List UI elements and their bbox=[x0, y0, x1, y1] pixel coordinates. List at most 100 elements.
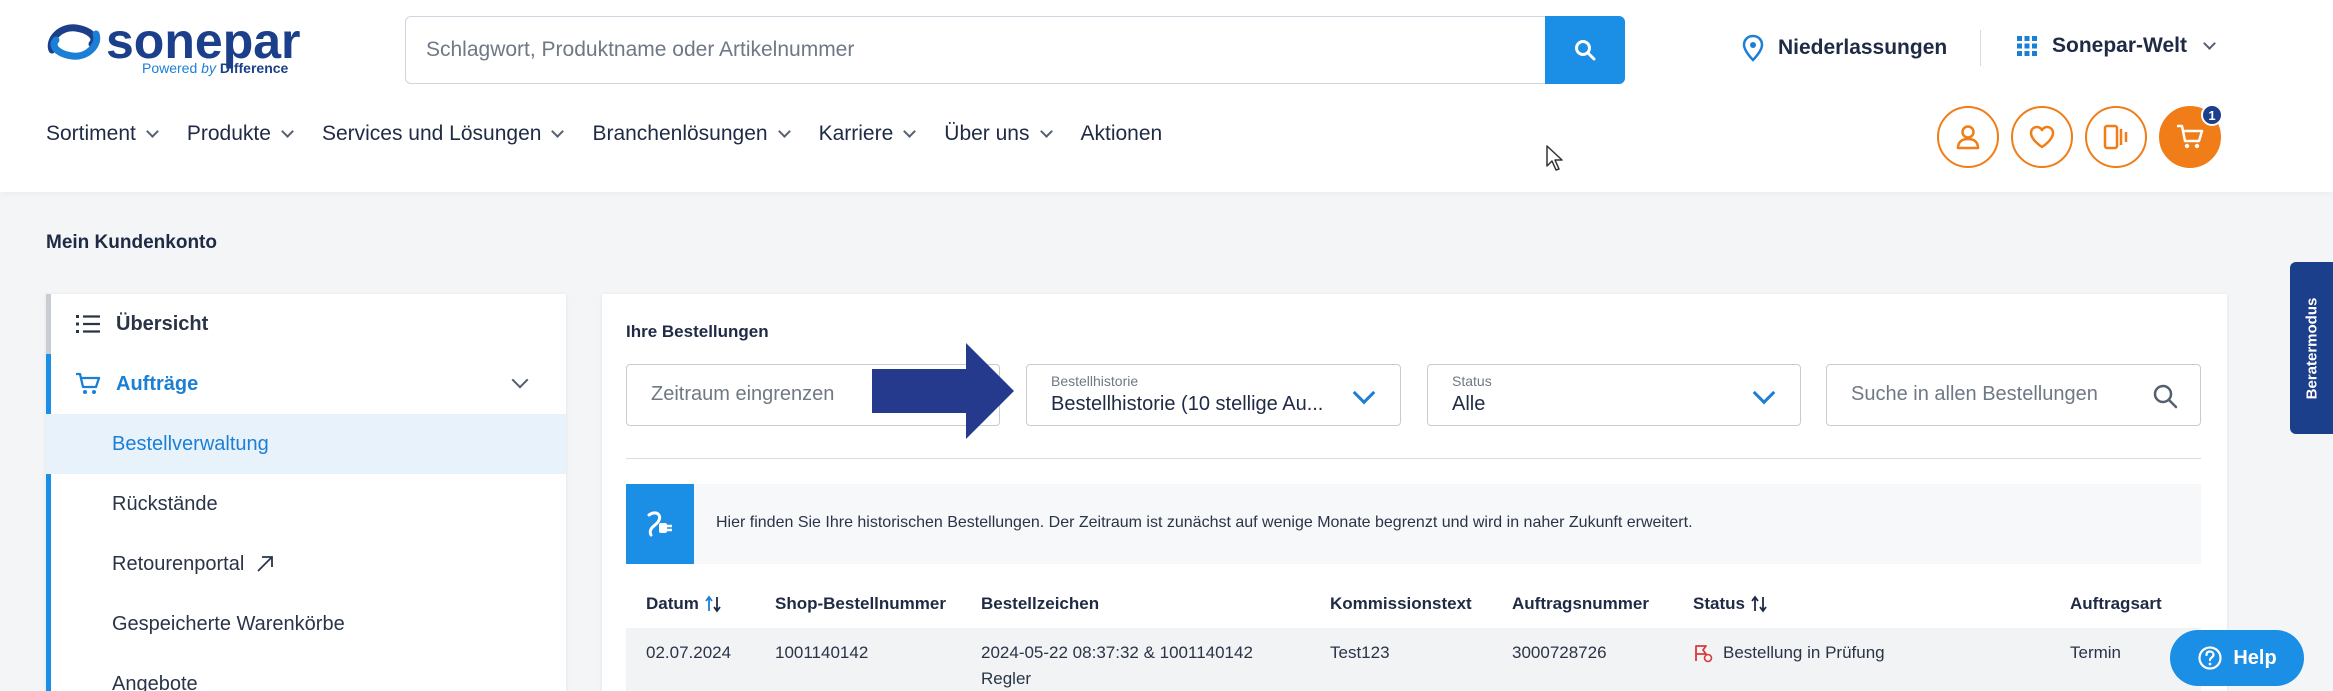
cart-icon bbox=[74, 370, 102, 398]
sonepar-welt-menu[interactable]: Sonepar-Welt bbox=[2016, 34, 2216, 58]
search-button[interactable] bbox=[1545, 16, 1625, 84]
chevron-down-icon bbox=[1752, 381, 1776, 405]
cart-button[interactable]: 1 bbox=[2159, 104, 2223, 168]
chevron-down-icon bbox=[551, 125, 565, 138]
sidebar-item-auftraege[interactable]: Aufträge bbox=[46, 354, 566, 414]
logo-tagline-powered: Powered bbox=[142, 60, 198, 76]
chevron-down-icon bbox=[1039, 125, 1053, 138]
nav-item-karriere[interactable]: Karriere bbox=[818, 122, 917, 146]
cell-kommissionstext: Test123 bbox=[1330, 643, 1390, 662]
orders-panel: Ihre Bestellungen Zeitraum eingrenzen Be… bbox=[602, 294, 2227, 691]
chevron-down-icon bbox=[2203, 37, 2216, 50]
sidebar-item-label: Rückstände bbox=[112, 492, 218, 515]
column-header-status[interactable]: Status bbox=[1693, 594, 1767, 614]
chevron-down-icon bbox=[903, 125, 917, 138]
sidebar-item-rueckstaende[interactable]: Rückstände bbox=[46, 474, 566, 534]
logo-tagline: Powered by Difference bbox=[142, 60, 288, 76]
sidebar-item-label: Angebote bbox=[112, 672, 198, 691]
nav-item-label: Aktionen bbox=[1080, 122, 1163, 145]
site-header: sonepar Powered by Difference Niederlass… bbox=[0, 0, 2333, 192]
cell-shop-bestellnummer: 1001140142 bbox=[775, 643, 869, 662]
column-header-label: Shop-Bestellnummer bbox=[775, 594, 946, 613]
branches-link[interactable]: Niederlassungen bbox=[1742, 34, 1947, 62]
account-sidebar: Übersicht Aufträge Bestellverwaltung Rüc… bbox=[46, 294, 566, 691]
chevron-down-icon bbox=[146, 125, 159, 138]
nav-item-label: Sortiment bbox=[46, 122, 136, 145]
column-header-bestellzeichen: Bestellzeichen bbox=[981, 594, 1099, 614]
status-label: Status bbox=[1452, 373, 1492, 389]
nav-item-label: Services und Lösungen bbox=[321, 122, 542, 145]
nav-item-label: Branchenlösungen bbox=[592, 122, 768, 145]
chevron-down-icon bbox=[511, 371, 529, 389]
sidebar-item-label: Übersicht bbox=[116, 312, 209, 335]
order-history-value: Bestellhistorie (10 stellige Au... bbox=[1051, 393, 1324, 415]
date-range-placeholder: Zeitraum eingrenzen bbox=[651, 383, 835, 405]
sidebar-item-retourenportal[interactable]: Retourenportal bbox=[46, 534, 566, 594]
column-header-label: Kommissionstext bbox=[1330, 594, 1472, 613]
wishlist-button[interactable] bbox=[2011, 106, 2073, 168]
list-icon bbox=[74, 310, 102, 338]
mouse-cursor-icon bbox=[1546, 145, 1563, 171]
beratermodus-tab[interactable]: Beratermodus bbox=[2290, 262, 2333, 434]
cart-icon bbox=[2177, 124, 2204, 149]
cart-count-badge: 1 bbox=[2201, 104, 2223, 126]
sidebar-item-angebote[interactable]: Angebote bbox=[46, 654, 566, 691]
orders-search-field[interactable]: Suche in allen Bestellungen bbox=[1826, 364, 2201, 426]
order-history-select[interactable]: Bestellhistorie Bestellhistorie (10 stel… bbox=[1026, 364, 1401, 426]
column-header-label: Bestellzeichen bbox=[981, 594, 1100, 613]
status-select[interactable]: Status Alle bbox=[1427, 364, 1801, 426]
location-pin-icon bbox=[1742, 34, 1764, 62]
sidebar-item-label: Retourenportal bbox=[112, 552, 245, 575]
cell-auftragsnummer: 3000728726 bbox=[1512, 643, 1607, 662]
beratermodus-label: Beratermodus bbox=[2303, 297, 2321, 399]
nav-item-services[interactable]: Services und Lösungen bbox=[321, 122, 565, 146]
account-button[interactable] bbox=[1937, 106, 1999, 168]
compare-button[interactable] bbox=[2085, 106, 2147, 168]
sidebar-item-gespeicherte-warenkoerbe[interactable]: Gespeicherte Warenkörbe bbox=[46, 594, 566, 654]
sonepar-logo-icon bbox=[47, 24, 101, 60]
chevron-down-icon bbox=[777, 125, 791, 138]
sidebar-item-uebersicht[interactable]: Übersicht bbox=[46, 294, 566, 354]
nav-item-ueber-uns[interactable]: Über uns bbox=[944, 122, 1053, 146]
sort-icon bbox=[705, 595, 721, 613]
column-header-label: Datum bbox=[646, 594, 699, 613]
sidebar-item-bestellverwaltung[interactable]: Bestellverwaltung bbox=[46, 414, 566, 474]
main-navigation: Sortiment Produkte Services und Lösungen… bbox=[46, 122, 1192, 146]
cell-bestellzeichen-line1: 2024-05-22 08:37:32 & 1001140142 bbox=[981, 643, 1253, 662]
nav-item-label: Karriere bbox=[818, 122, 894, 145]
order-history-label: Bestellhistorie bbox=[1051, 373, 1139, 389]
sidebar-item-label: Aufträge bbox=[116, 372, 199, 395]
sonepar-welt-label: Sonepar-Welt bbox=[2052, 34, 2187, 57]
column-header-auftragsart: Auftragsart bbox=[2070, 594, 2162, 614]
logo-tagline-brand: Difference bbox=[219, 60, 289, 76]
nav-item-aktionen[interactable]: Aktionen bbox=[1081, 122, 1163, 146]
help-label: Help bbox=[2233, 646, 2277, 669]
heart-icon bbox=[2029, 125, 2055, 149]
nav-item-branchenloesungen[interactable]: Branchenlösungen bbox=[592, 122, 791, 146]
plug-icon bbox=[626, 484, 694, 564]
page-title: Mein Kundenkonto bbox=[46, 232, 217, 253]
filter-divider bbox=[626, 458, 2201, 459]
search-icon bbox=[2153, 384, 2178, 409]
user-icon bbox=[1956, 125, 1980, 150]
cell-bestellzeichen-line2: Regler bbox=[981, 669, 1032, 688]
help-button[interactable]: Help bbox=[2170, 630, 2304, 686]
orders-title: Ihre Bestellungen bbox=[626, 322, 769, 341]
header-action-icons: 1 bbox=[1937, 104, 2223, 168]
column-header-auftragsnummer: Auftragsnummer bbox=[1512, 594, 1649, 614]
cell-status: Bestellung in Prüfung bbox=[1693, 640, 1885, 666]
grid-icon bbox=[2017, 36, 2037, 56]
logo-tagline-by: by bbox=[201, 60, 216, 76]
sonepar-logo[interactable]: sonepar Powered by Difference bbox=[46, 13, 306, 80]
search-input[interactable] bbox=[406, 17, 1546, 83]
cell-datum: 02.07.2024 bbox=[646, 643, 732, 662]
cell-status-text: Bestellung in Prüfung bbox=[1723, 643, 1885, 662]
nav-item-produkte[interactable]: Produkte bbox=[187, 122, 294, 146]
annotation-arrow bbox=[872, 343, 1014, 439]
orders-search-placeholder: Suche in allen Bestellungen bbox=[1851, 383, 2098, 405]
sidebar-item-label: Bestellverwaltung bbox=[112, 432, 269, 455]
nav-item-sortiment[interactable]: Sortiment bbox=[46, 122, 159, 146]
column-header-datum[interactable]: Datum bbox=[646, 594, 721, 614]
external-link-icon bbox=[257, 556, 274, 572]
status-flag-icon bbox=[1695, 645, 1713, 663]
